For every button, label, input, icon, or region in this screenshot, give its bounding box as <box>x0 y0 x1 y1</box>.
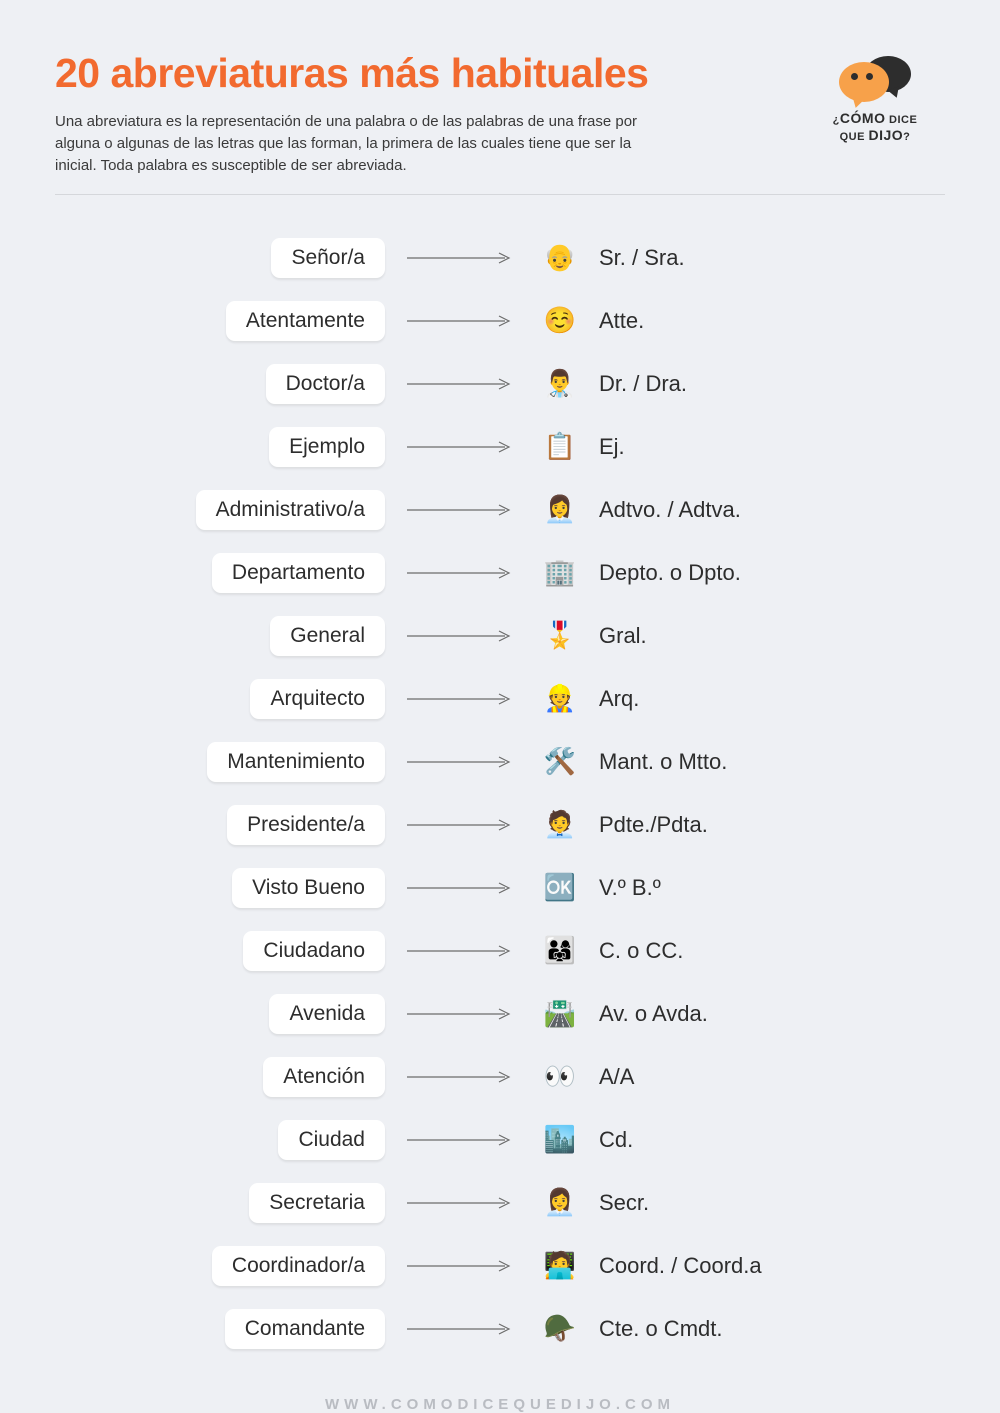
arrow-icon <box>405 1195 515 1211</box>
arrow-icon <box>405 1258 515 1274</box>
abbreviation-text: Depto. o Dpto. <box>585 560 915 586</box>
row-emoji-icon: 🏙️ <box>535 1124 585 1155</box>
full-word: Ciudad <box>278 1120 385 1160</box>
abbreviation-text: Sr. / Sra. <box>585 245 915 271</box>
arrow-icon <box>405 817 515 833</box>
full-word: Comandante <box>225 1309 385 1349</box>
abbreviation-row: Atención 👀A/A <box>85 1049 915 1104</box>
full-word: Atentamente <box>226 301 385 341</box>
abbreviation-text: Cd. <box>585 1127 915 1153</box>
abbreviation-row: Ciudadano 👨‍👩‍👧C. o CC. <box>85 923 915 978</box>
abbreviation-row: Atentamente ☺️Atte. <box>85 293 915 348</box>
full-word: Arquitecto <box>250 679 385 719</box>
abbreviation-row: Departamento 🏢Depto. o Dpto. <box>85 545 915 600</box>
row-emoji-icon: 🎖️ <box>535 620 585 651</box>
abbreviation-text: A/A <box>585 1064 915 1090</box>
arrow-icon <box>405 1321 515 1337</box>
row-emoji-icon: ☺️ <box>535 305 585 336</box>
abbreviation-text: Coord. / Coord.a <box>585 1253 915 1279</box>
arrow-icon <box>405 376 515 392</box>
full-word: Presidente/a <box>227 805 385 845</box>
full-word: Ejemplo <box>269 427 385 467</box>
abbreviation-text: Ej. <box>585 434 915 460</box>
full-word: Departamento <box>212 553 385 593</box>
header: 20 abreviaturas más habituales Una abrev… <box>55 50 945 195</box>
abbreviation-text: Secr. <box>585 1190 915 1216</box>
arrow-icon <box>405 691 515 707</box>
arrow-icon <box>405 313 515 329</box>
abbreviation-row: Coordinador/a 🧑‍💻Coord. / Coord.a <box>85 1238 915 1293</box>
arrow-icon <box>405 943 515 959</box>
full-word: Avenida <box>269 994 385 1034</box>
row-emoji-icon: 🧑‍💻 <box>535 1250 585 1281</box>
abbreviation-row: General 🎖️Gral. <box>85 608 915 663</box>
abbreviation-row: Ciudad 🏙️Cd. <box>85 1112 915 1167</box>
row-emoji-icon: 👀 <box>535 1061 585 1092</box>
row-emoji-icon: 🛣️ <box>535 998 585 1029</box>
abbreviation-text: Adtvo. / Adtva. <box>585 497 915 523</box>
full-word: Mantenimiento <box>207 742 385 782</box>
row-emoji-icon: 👨‍⚕️ <box>535 368 585 399</box>
full-word: General <box>270 616 385 656</box>
row-emoji-icon: 👨‍👩‍👧 <box>535 935 585 966</box>
arrow-icon <box>405 565 515 581</box>
abbreviation-text: V.º B.º <box>585 875 915 901</box>
arrow-icon <box>405 250 515 266</box>
abbreviation-text: Cte. o Cmdt. <box>585 1316 915 1342</box>
abbreviation-row: Doctor/a 👨‍⚕️Dr. / Dra. <box>85 356 915 411</box>
abbreviation-row: Arquitecto 👷Arq. <box>85 671 915 726</box>
full-word: Atención <box>263 1057 385 1097</box>
arrow-icon <box>405 880 515 896</box>
brand-logo: ¿CÓMO DICE QUE DIJO? <box>805 50 945 144</box>
row-emoji-icon: 🪖 <box>535 1313 585 1344</box>
abbreviation-text: Pdte./Pdta. <box>585 812 915 838</box>
abbreviation-text: Av. o Avda. <box>585 1001 915 1027</box>
row-emoji-icon: 🆗 <box>535 872 585 903</box>
full-word: Coordinador/a <box>212 1246 385 1286</box>
row-emoji-icon: 👴 <box>535 242 585 273</box>
arrow-icon <box>405 439 515 455</box>
abbreviation-row: Mantenimiento 🛠️Mant. o Mtto. <box>85 734 915 789</box>
logo-bubbles-icon <box>839 56 911 106</box>
abbreviation-row: Señor/a 👴Sr. / Sra. <box>85 230 915 285</box>
abbreviation-text: Atte. <box>585 308 915 334</box>
abbreviation-text: Mant. o Mtto. <box>585 749 915 775</box>
arrow-icon <box>405 628 515 644</box>
arrow-icon <box>405 1069 515 1085</box>
arrow-icon <box>405 1132 515 1148</box>
full-word: Secretaria <box>249 1183 385 1223</box>
abbreviations-list: Señor/a 👴Sr. / Sra. Atentamente ☺️Atte. Doct… <box>55 230 945 1356</box>
row-emoji-icon: 📋 <box>535 431 585 462</box>
abbreviation-row: Avenida 🛣️Av. o Avda. <box>85 986 915 1041</box>
arrow-icon <box>405 754 515 770</box>
abbreviation-text: Arq. <box>585 686 915 712</box>
abbreviation-row: Secretaria 👩‍💼Secr. <box>85 1175 915 1230</box>
row-emoji-icon: 👩‍💼 <box>535 494 585 525</box>
row-emoji-icon: 🧑‍💼 <box>535 809 585 840</box>
full-word: Ciudadano <box>243 931 385 971</box>
abbreviation-row: Administrativo/a 👩‍💼Adtvo. / Adtva. <box>85 482 915 537</box>
row-emoji-icon: 🏢 <box>535 557 585 588</box>
full-word: Visto Bueno <box>232 868 385 908</box>
header-text: 20 abreviaturas más habituales Una abrev… <box>55 50 805 176</box>
page-title: 20 abreviaturas más habituales <box>55 50 805 97</box>
abbreviation-row: Comandante 🪖Cte. o Cmdt. <box>85 1301 915 1356</box>
abbreviation-text: C. o CC. <box>585 938 915 964</box>
full-word: Señor/a <box>271 238 385 278</box>
page-subtitle: Una abreviatura es la representación de … <box>55 111 665 176</box>
abbreviation-text: Dr. / Dra. <box>585 371 915 397</box>
arrow-icon <box>405 1006 515 1022</box>
full-word: Doctor/a <box>266 364 385 404</box>
abbreviation-text: Gral. <box>585 623 915 649</box>
full-word: Administrativo/a <box>196 490 385 530</box>
abbreviation-row: Presidente/a 🧑‍💼Pdte./Pdta. <box>85 797 915 852</box>
footer-url: WWW.COMODICEQUEDIJO.COM <box>55 1396 945 1413</box>
abbreviation-row: Ejemplo 📋Ej. <box>85 419 915 474</box>
logo-text: ¿CÓMO DICE QUE DIJO? <box>833 110 918 144</box>
row-emoji-icon: 👩‍💼 <box>535 1187 585 1218</box>
arrow-icon <box>405 502 515 518</box>
row-emoji-icon: 👷 <box>535 683 585 714</box>
row-emoji-icon: 🛠️ <box>535 746 585 777</box>
abbreviation-row: Visto Bueno 🆗V.º B.º <box>85 860 915 915</box>
